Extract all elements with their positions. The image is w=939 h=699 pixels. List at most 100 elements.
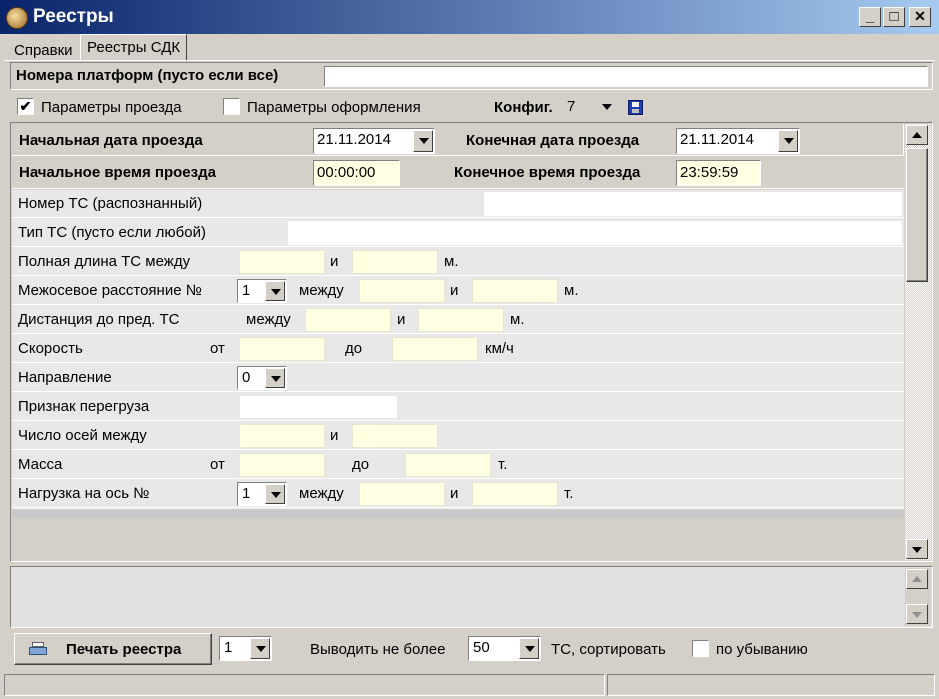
axles-and: и (330, 427, 339, 444)
type-input[interactable] (288, 221, 902, 245)
mass-label: Масса (18, 456, 63, 473)
scroll-down-button[interactable] (906, 539, 928, 559)
gap-min-input[interactable] (305, 308, 391, 332)
mass-from: от (210, 456, 225, 473)
overload-input[interactable] (240, 396, 397, 418)
axle-distance-and: и (450, 282, 459, 299)
limit-select[interactable]: 50 (468, 636, 541, 661)
end-date-label: Конечная дата проезда (466, 132, 640, 149)
tab-divider (4, 60, 935, 61)
plate-label: Номер ТС (распознанный) (18, 195, 203, 212)
gap-between: между (246, 311, 291, 328)
length-label: Полная длина ТС между (18, 253, 191, 270)
chevron-down-icon[interactable] (265, 281, 285, 301)
start-date-value: 21.11.2014 (317, 131, 391, 148)
design-params-label: Параметры оформления (247, 99, 421, 116)
mass-min-input[interactable] (239, 453, 325, 477)
end-time-label: Конечное время проезда (454, 164, 641, 181)
start-time-input[interactable]: 00:00:00 (313, 160, 400, 186)
start-date-picker[interactable]: 21.11.2014 (313, 128, 435, 154)
axle-distance-max-input[interactable] (472, 279, 558, 303)
direction-row (12, 364, 904, 392)
descending-label: по убыванию (716, 641, 808, 658)
maximize-button[interactable]: □ (883, 7, 905, 27)
length-unit: м. (444, 253, 459, 270)
results-scroll-up-button[interactable] (906, 569, 928, 589)
type-label: Тип ТС (пусто если любой) (18, 224, 206, 241)
platforms-input[interactable] (324, 66, 928, 87)
app-icon[interactable] (6, 7, 28, 29)
axle-distance-min-input[interactable] (359, 279, 445, 303)
config-select[interactable]: 7 (565, 96, 621, 118)
chevron-down-icon[interactable] (250, 638, 270, 659)
print-register-button[interactable]: Печать реестра (14, 633, 212, 665)
axle-load-number-select[interactable]: 1 (237, 482, 287, 506)
limit-value: 50 (473, 639, 490, 656)
gap-unit: м. (510, 311, 525, 328)
axle-number-select[interactable]: 1 (237, 279, 287, 303)
tab-reestry-sdk[interactable]: Реестры СДК (80, 34, 188, 61)
scroll-up-button[interactable] (906, 125, 928, 145)
plate-input[interactable] (484, 192, 902, 216)
design-params-checkbox[interactable] (223, 98, 240, 115)
axle-load-number-value: 1 (242, 485, 251, 502)
scrollbar-thumb[interactable] (906, 148, 928, 282)
results-scroll-down-button[interactable] (906, 604, 928, 624)
mass-unit: т. (498, 456, 508, 473)
rows-end-separator (12, 510, 904, 518)
direction-select[interactable]: 0 (237, 366, 287, 390)
axle-load-min-input[interactable] (359, 482, 445, 506)
copies-select[interactable]: 1 (219, 636, 272, 661)
axle-load-between: между (299, 485, 344, 502)
limit-label: Выводить не более (310, 641, 446, 658)
start-time-label: Начальное время проезда (19, 164, 216, 181)
status-bar-left (4, 674, 605, 696)
mass-max-input[interactable] (405, 453, 491, 477)
chevron-down-icon[interactable] (778, 130, 798, 152)
config-label: Конфиг. (494, 99, 553, 116)
end-date-picker[interactable]: 21.11.2014 (676, 128, 800, 154)
axle-load-label: Нагрузка на ось № (18, 485, 150, 502)
chevron-down-icon[interactable] (597, 97, 617, 117)
close-button[interactable]: ✕ (909, 7, 931, 27)
speed-label: Скорость (18, 340, 83, 357)
end-time-input[interactable]: 23:59:59 (676, 160, 761, 186)
gap-label: Дистанция до пред. ТС (18, 311, 180, 328)
axle-distance-between: между (299, 282, 344, 299)
axles-label: Число осей между (18, 427, 147, 444)
length-and-label: и (330, 253, 339, 270)
results-panel (10, 566, 933, 628)
gap-and: и (397, 311, 406, 328)
axle-distance-label: Межосевое расстояние № (18, 282, 202, 299)
length-max-input[interactable] (352, 250, 438, 274)
minimize-button[interactable]: _ (859, 7, 881, 27)
window-title: Реестры (33, 6, 114, 27)
length-min-input[interactable] (239, 250, 325, 274)
axles-max-input[interactable] (352, 424, 438, 448)
overload-label: Признак перегруза (18, 398, 150, 415)
floppy-disk-icon[interactable] (628, 100, 643, 115)
trip-params-checkbox[interactable]: ✔ (17, 98, 34, 115)
descending-checkbox[interactable] (692, 640, 709, 657)
print-register-label: Печать реестра (66, 641, 182, 658)
status-bar-right (607, 674, 935, 696)
speed-to: до (345, 340, 363, 357)
direction-value: 0 (242, 369, 251, 386)
trip-params-label: Параметры проезда (41, 99, 182, 116)
axle-load-and: и (450, 485, 459, 502)
mass-to: до (352, 456, 370, 473)
title-bar (0, 0, 939, 34)
printer-icon (29, 642, 47, 656)
start-date-label: Начальная дата проезда (19, 132, 203, 149)
chevron-down-icon[interactable] (519, 638, 539, 659)
chevron-down-icon[interactable] (265, 484, 285, 504)
axle-load-max-input[interactable] (472, 482, 558, 506)
gap-max-input[interactable] (418, 308, 504, 332)
chevron-down-icon[interactable] (413, 130, 433, 152)
chevron-down-icon[interactable] (265, 368, 285, 388)
copies-value: 1 (224, 639, 233, 656)
speed-min-input[interactable] (239, 337, 325, 361)
end-date-value: 21.11.2014 (680, 131, 754, 148)
speed-max-input[interactable] (392, 337, 478, 361)
axles-min-input[interactable] (239, 424, 325, 448)
